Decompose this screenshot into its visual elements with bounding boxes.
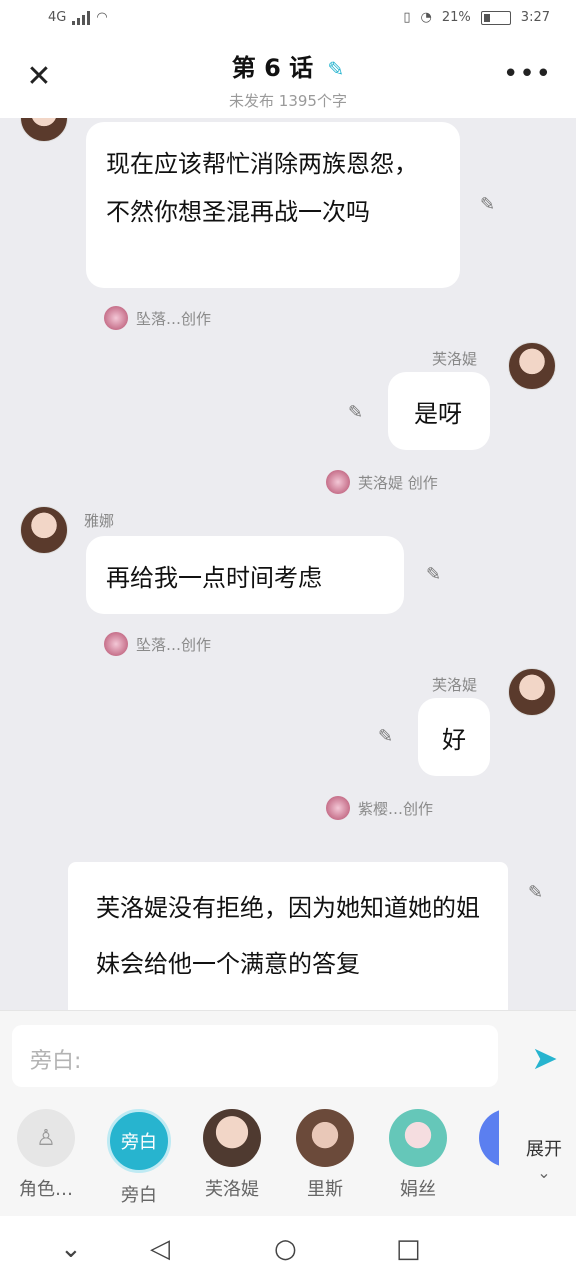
edit-message-icon[interactable]: ✎ <box>480 194 495 215</box>
credit-text: 坠落…创作 <box>136 309 212 328</box>
role-character[interactable]: 芙洛媞 <box>192 1109 272 1201</box>
add-role-icon: ♙ <box>17 1109 75 1167</box>
role-label: 旁白 <box>121 1185 157 1206</box>
role-label: 角色… <box>19 1179 73 1200</box>
more-options-button[interactable]: ••• <box>503 61 552 87</box>
input-placeholder: 旁白: <box>30 1049 82 1074</box>
message-bubble[interactable]: 现在应该帮忙消除两族恩怨，不然你想圣混再战一次吗 <box>86 122 460 288</box>
credit-text: 芙洛媞 创作 <box>358 473 438 492</box>
header: ✕ 第 6 话 ✎ 未发布 1395个字 ••• <box>0 40 576 118</box>
message-text: 现在应该帮忙消除两族恩怨，不然你想圣混再战一次吗 <box>106 150 418 226</box>
role-character[interactable]: 里斯 <box>285 1109 365 1201</box>
expand-button[interactable]: 展开 ⌄ <box>526 1135 562 1182</box>
credit-text: 紫樱…创作 <box>358 799 434 818</box>
hide-keyboard-icon[interactable]: ⌄ <box>60 1234 82 1264</box>
credit-avatar <box>104 632 128 656</box>
narrator-role-icon: 旁白 <box>107 1109 171 1173</box>
narration-text: 芙洛媞没有拒绝，因为她知道她的姐妹会给他一个满意的答复 <box>96 894 480 978</box>
role-add[interactable]: ♙ 角色… <box>6 1109 86 1201</box>
avatar[interactable] <box>508 668 556 716</box>
message-bubble[interactable]: 是呀 <box>388 372 490 450</box>
credit-text: 坠落…创作 <box>136 635 212 654</box>
page-title[interactable]: 第 6 话 ✎ <box>0 48 576 83</box>
credit-avatar <box>326 796 350 820</box>
expand-label: 展开 <box>526 1139 562 1160</box>
message-bubble[interactable]: 再给我一点时间考虑 <box>86 536 404 614</box>
avatar <box>389 1109 447 1167</box>
message-credit: 坠落…创作 <box>104 306 211 330</box>
back-icon[interactable]: ◁ <box>150 1234 170 1264</box>
avatar[interactable] <box>20 506 68 554</box>
credit-avatar <box>104 306 128 330</box>
composer: 旁白: ➤ ♙ 角色… 旁白 旁白 芙洛媞 里斯 娟丝 展开 ⌄ <box>0 1010 576 1217</box>
message-credit: 坠落…创作 <box>104 632 211 656</box>
recents-icon[interactable]: □ <box>396 1234 421 1264</box>
signal-icon <box>72 10 91 25</box>
wifi-icon: ◠ <box>96 10 108 25</box>
avatar <box>479 1109 499 1167</box>
message-input[interactable]: 旁白: <box>12 1025 498 1087</box>
avatar <box>296 1109 354 1167</box>
message-credit: 芙洛媞 创作 <box>326 470 438 494</box>
role-narrator[interactable]: 旁白 旁白 <box>99 1109 179 1207</box>
battery-icon <box>480 10 511 25</box>
credit-avatar <box>326 470 350 494</box>
chevron-down-icon: ⌄ <box>537 1163 551 1182</box>
vibrate-icon: ▯ <box>403 10 411 25</box>
data-saver-icon: ◔ <box>420 10 432 25</box>
role-character[interactable]: 娟丝 <box>378 1109 458 1201</box>
title-text: 第 6 话 <box>231 54 314 82</box>
role-label: 娟丝 <box>400 1179 436 1200</box>
avatar <box>203 1109 261 1167</box>
speaker-name: 芙洛媞 <box>432 676 478 694</box>
clock: 3:27 <box>520 10 550 25</box>
send-icon[interactable]: ➤ <box>531 1039 558 1077</box>
system-nav-bar: ⌄ ◁ ○ □ <box>0 1216 576 1280</box>
edit-title-icon[interactable]: ✎ <box>328 57 345 81</box>
role-label: 里斯 <box>307 1179 343 1200</box>
message-text: 好 <box>442 726 466 754</box>
role-character-partial[interactable] <box>471 1109 499 1167</box>
message-text: 是呀 <box>414 400 462 428</box>
edit-message-icon[interactable]: ✎ <box>378 726 393 747</box>
avatar[interactable] <box>508 342 556 390</box>
home-icon[interactable]: ○ <box>274 1234 297 1264</box>
speaker-name: 雅娜 <box>84 512 115 530</box>
message-credit: 紫樱…创作 <box>326 796 433 820</box>
battery-percent: 21% <box>441 10 471 25</box>
narrator-icon-text: 旁白 <box>121 1132 157 1153</box>
status-left: 4G ◠ <box>48 10 108 25</box>
narration-card[interactable]: 芙洛媞没有拒绝，因为她知道她的姐妹会给他一个满意的答复 <box>68 862 508 1010</box>
speaker-name: 芙洛媞 <box>432 350 478 368</box>
status-bar: 4G ◠ ▯ ◔ 21% 3:27 <box>0 0 576 40</box>
message-bubble[interactable]: 好 <box>418 698 490 776</box>
network-type: 4G <box>48 10 67 25</box>
chat-area[interactable]: 现在应该帮忙消除两族恩怨，不然你想圣混再战一次吗 ✎ 坠落…创作 芙洛媞 是呀 … <box>0 118 576 1010</box>
edit-message-icon[interactable]: ✎ <box>348 402 363 423</box>
role-label: 芙洛媞 <box>205 1179 259 1200</box>
page-subtitle: 未发布 1395个字 <box>229 92 347 110</box>
role-selector: ♙ 角色… 旁白 旁白 芙洛媞 里斯 娟丝 <box>0 1101 500 1206</box>
message-text: 再给我一点时间考虑 <box>106 564 322 592</box>
edit-message-icon[interactable]: ✎ <box>426 564 441 585</box>
status-right: ▯ ◔ 21% 3:27 <box>403 10 550 25</box>
avatar[interactable] <box>20 118 68 142</box>
edit-narration-icon[interactable]: ✎ <box>528 882 543 903</box>
